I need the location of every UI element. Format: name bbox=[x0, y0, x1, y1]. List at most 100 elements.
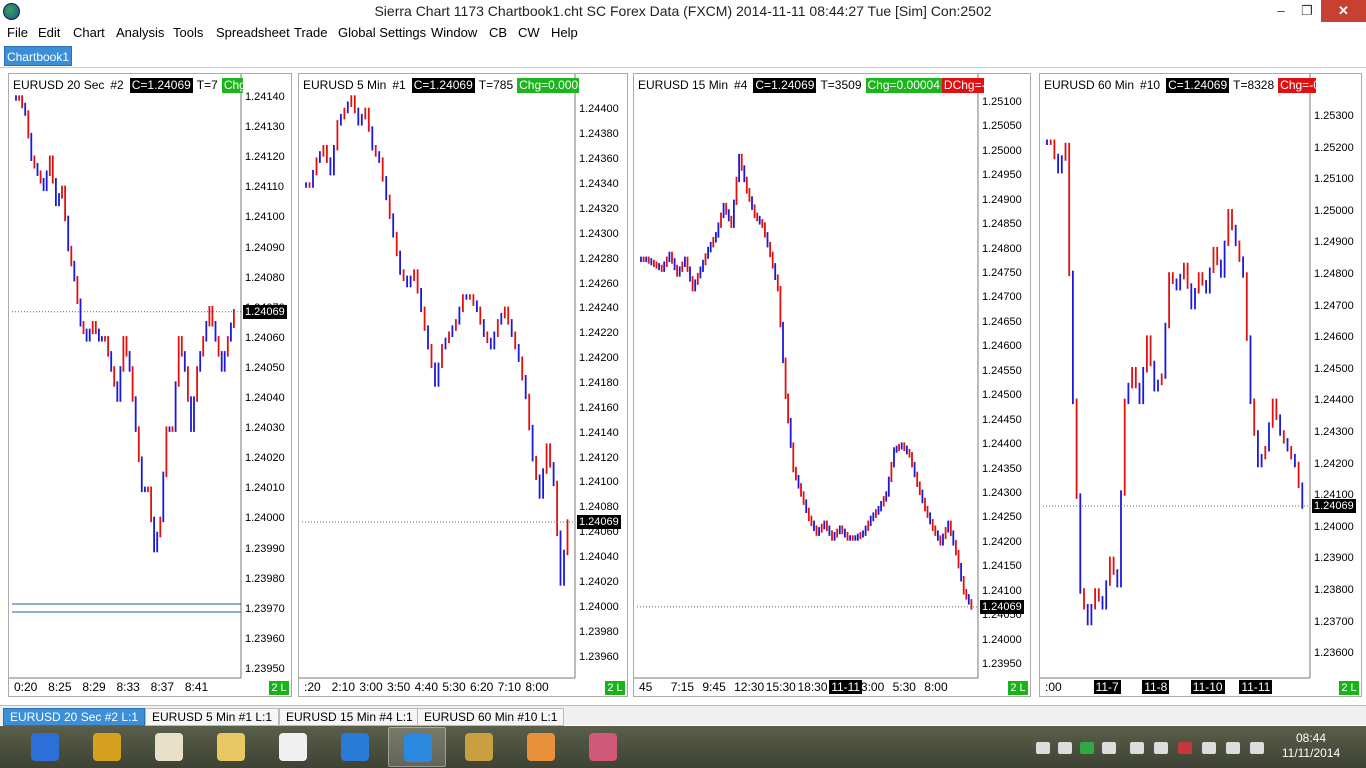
time-tick-label: 8:29 bbox=[82, 680, 106, 694]
menu-edit[interactable]: Edit bbox=[38, 25, 60, 40]
device-tray-icon[interactable] bbox=[1154, 742, 1168, 754]
chart-eurusd-60min[interactable]: EURUSD 60 Min #10 C=1.24069 T=8328 Chg=-… bbox=[1039, 73, 1362, 697]
chrome-icon bbox=[93, 733, 121, 761]
price-tick-label: 1.24110 bbox=[245, 181, 284, 194]
time-tick-label: 45 bbox=[639, 680, 653, 694]
network-tray-icon[interactable] bbox=[1036, 742, 1050, 754]
windows-taskbar: 08:44 11/11/2014 bbox=[0, 726, 1366, 768]
chart-tab-20sec[interactable]: EURUSD 20 Sec #2 L:1 bbox=[3, 708, 146, 726]
price-tick-label: 1.24300 bbox=[579, 227, 619, 240]
price-tick-label: 1.25000 bbox=[1314, 204, 1354, 217]
price-tick-label: 1.24340 bbox=[579, 178, 619, 191]
chart-status-indicator[interactable]: 2 L bbox=[1339, 681, 1359, 695]
trade-count: T=785 bbox=[478, 78, 514, 92]
price-tick-label: 1.24700 bbox=[1314, 299, 1354, 312]
sierra-globe-taskbar-button[interactable] bbox=[388, 727, 446, 767]
price-plot[interactable] bbox=[634, 74, 1032, 698]
menu-cw[interactable]: CW bbox=[518, 25, 540, 40]
chart-header: EURUSD 15 Min #4 C=1.24069 T=3509 Chg=0.… bbox=[638, 78, 984, 93]
price-tick-label: 1.24800 bbox=[982, 242, 1022, 255]
price-tick-label: 1.23950 bbox=[245, 663, 285, 675]
price-tick-label: 1.23960 bbox=[579, 650, 619, 663]
flag-tray-icon[interactable] bbox=[1178, 742, 1192, 754]
chart-eurusd-5min[interactable]: EURUSD 5 Min #1 C=1.24069 T=785 Chg=0.00… bbox=[298, 73, 628, 697]
price-tick-label: 1.23600 bbox=[1314, 647, 1354, 660]
chart-status-indicator[interactable]: 2 L bbox=[1008, 681, 1028, 695]
chart-eurusd-20sec[interactable]: EURUSD 20 Sec #2 C=1.24069 T=7 Chg=0 1.2… bbox=[8, 73, 292, 697]
chart-app-taskbar-button[interactable] bbox=[450, 727, 508, 767]
price-tick-label: 1.24120 bbox=[579, 451, 619, 464]
chrome-taskbar-button[interactable] bbox=[78, 727, 136, 767]
app-tray-icon[interactable] bbox=[1058, 742, 1072, 754]
menu-cb[interactable]: CB bbox=[489, 25, 507, 40]
price-tick-label: 1.24100 bbox=[245, 211, 285, 224]
price-tick-label: 1.24200 bbox=[579, 352, 619, 365]
time-tick-label: 7:10 bbox=[497, 680, 522, 694]
price-tick-label: 1.24600 bbox=[1314, 331, 1354, 344]
price-tick-label: 1.24000 bbox=[579, 600, 619, 613]
chart-header: EURUSD 60 Min #10 C=1.24069 T=8328 Chg=-… bbox=[1044, 78, 1316, 93]
time-tick-label: 18:30 bbox=[797, 680, 828, 694]
minimize-button[interactable]: – bbox=[1268, 0, 1294, 22]
chart-tab-60min[interactable]: EURUSD 60 Min #10 L:1 bbox=[417, 708, 565, 726]
menu-analysis[interactable]: Analysis bbox=[116, 25, 164, 40]
price-tick-label: 1.24650 bbox=[982, 315, 1022, 328]
display-tray-icon[interactable] bbox=[1130, 742, 1144, 754]
system-clock[interactable]: 08:44 11/11/2014 bbox=[1276, 731, 1346, 761]
price-tick-label: 1.24000 bbox=[245, 512, 285, 525]
price-plot[interactable] bbox=[1040, 74, 1363, 698]
chart-number: #10 bbox=[1140, 78, 1161, 92]
chart-tab-15min[interactable]: EURUSD 15 Min #4 L:1 bbox=[279, 708, 420, 726]
time-tick-label: :20 bbox=[304, 680, 321, 694]
trade-count: T=7 bbox=[196, 78, 218, 92]
close-value: C=1.24069 bbox=[411, 78, 475, 93]
time-tick-label: 11-11 bbox=[829, 680, 863, 694]
chart-symbol: EURUSD 5 Min bbox=[303, 78, 387, 92]
menu-help[interactable]: Help bbox=[551, 25, 578, 40]
menu-chart[interactable]: Chart bbox=[73, 25, 105, 40]
globe-taskbar-button[interactable] bbox=[326, 727, 384, 767]
menu-trade[interactable]: Trade bbox=[294, 25, 327, 40]
menu-global-settings[interactable]: Global Settings bbox=[338, 25, 426, 40]
price-tick-label: 1.24100 bbox=[982, 584, 1022, 597]
menu-window[interactable]: Window bbox=[431, 25, 477, 40]
chart-symbol: EURUSD 20 Sec bbox=[13, 78, 105, 92]
clock-date: 11/11/2014 bbox=[1281, 746, 1341, 760]
usb-tray-icon[interactable] bbox=[1202, 742, 1216, 754]
time-tick-label: 5:30 bbox=[442, 680, 466, 694]
paint-taskbar-button[interactable] bbox=[574, 727, 632, 767]
file-explorer-icon bbox=[217, 733, 245, 761]
menu-tools[interactable]: Tools bbox=[173, 25, 203, 40]
menu-file[interactable]: File bbox=[7, 25, 28, 40]
media-player-taskbar-button[interactable] bbox=[512, 727, 570, 767]
volume-tray-icon[interactable] bbox=[1250, 742, 1264, 754]
file-explorer-taskbar-button[interactable] bbox=[202, 727, 260, 767]
menu-spreadsheet[interactable]: Spreadsheet bbox=[216, 25, 290, 40]
maximize-button[interactable]: ❐ bbox=[1294, 0, 1320, 22]
close-button[interactable]: ✕ bbox=[1321, 0, 1366, 22]
h-tray-icon[interactable] bbox=[1080, 742, 1094, 754]
time-tick-label: 8:25 bbox=[48, 680, 72, 694]
monitor-tray-icon[interactable] bbox=[1102, 742, 1116, 754]
chart-eurusd-15min[interactable]: EURUSD 15 Min #4 C=1.24069 T=3509 Chg=0.… bbox=[633, 73, 1031, 697]
alpari-taskbar-button[interactable] bbox=[140, 727, 198, 767]
chart-symbol: EURUSD 60 Min bbox=[1044, 78, 1135, 92]
change-value: Chg=-0.0 bbox=[1278, 78, 1316, 93]
media-player-icon bbox=[527, 733, 555, 761]
chart-status-indicator[interactable]: 2 L bbox=[605, 681, 625, 695]
signal-tray-icon[interactable] bbox=[1226, 742, 1240, 754]
chart-tab-5min[interactable]: EURUSD 5 Min #1 L:1 bbox=[145, 708, 280, 726]
time-tick-label: 8:00 bbox=[924, 680, 948, 694]
price-tick-label: 1.23980 bbox=[579, 625, 619, 638]
time-tick-label: 8:37 bbox=[150, 680, 175, 694]
x-trader-taskbar-button[interactable] bbox=[264, 727, 322, 767]
chart-status-indicator[interactable]: 2 L bbox=[269, 681, 289, 695]
price-tick-label: 1.24900 bbox=[1314, 236, 1354, 249]
window-title: Sierra Chart 1173 Chartbook1.cht SC Fore… bbox=[374, 3, 992, 19]
chartbook-tab[interactable]: Chartbook1 bbox=[4, 46, 72, 66]
sierra-chart-taskbar-button[interactable] bbox=[16, 727, 74, 767]
sierra-chart-icon bbox=[31, 733, 59, 761]
price-tick-label: 1.24400 bbox=[1314, 394, 1354, 407]
price-tick-label: 1.24360 bbox=[579, 153, 619, 166]
price-tick-label: 1.24800 bbox=[1314, 267, 1354, 280]
